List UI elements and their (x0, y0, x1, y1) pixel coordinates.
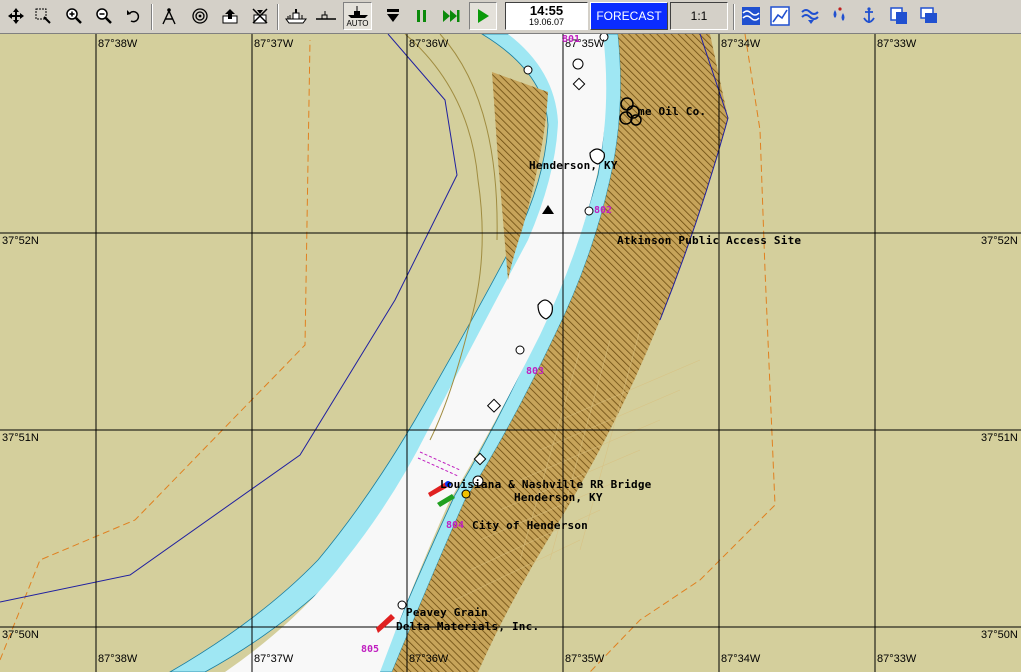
clock-time: 14:55 (529, 3, 564, 18)
label-delta-materials[interactable]: Delta Materials, Inc. (396, 620, 539, 633)
fast-forward-icon[interactable] (439, 3, 465, 29)
lon-label-bottom: 87°34W (721, 653, 761, 665)
river-mile-801: 801 (562, 34, 581, 45)
label-city-of-henderson[interactable]: City of Henderson (472, 519, 588, 532)
forecast-button[interactable]: FORECAST (590, 2, 668, 30)
label-peavey-grain[interactable]: Peavey Grain (406, 606, 488, 619)
lat-label-right: 37°52N (981, 235, 1018, 247)
current-icon[interactable] (797, 3, 823, 29)
label-bridge[interactable]: Louisiana & Nashville RR Bridge (440, 478, 652, 491)
route-tool-icon[interactable] (247, 3, 273, 29)
river-mile-803: 803 (526, 366, 545, 377)
lat-label-left: 37°52N (2, 235, 39, 247)
lat-label-left: 37°50N (2, 629, 39, 641)
target-icon[interactable] (187, 3, 213, 29)
compass-divider-icon[interactable] (156, 3, 182, 29)
chart-toolbar: AUTO 14:55 19.06.07 FORECAST 1:1 (0, 0, 1021, 34)
toolbar-separator (151, 4, 153, 30)
lon-label-top: 87°34W (721, 38, 761, 50)
label-bridge-city[interactable]: Henderson, KY (514, 491, 603, 504)
lon-label-top: 87°33W (877, 38, 917, 50)
play-icon[interactable] (469, 2, 497, 30)
clock-date: 19.06.07 (528, 17, 565, 27)
export-icon[interactable] (217, 3, 243, 29)
chart-canvas (0, 34, 1021, 672)
lon-label-top: 87°38W (98, 38, 138, 50)
zoom-select-icon[interactable] (30, 3, 56, 29)
ship-auto-icon[interactable]: AUTO (343, 2, 372, 30)
nautical-chart[interactable]: 87°38W 87°37W 87°36W 87°35W 87°34W 87°33… (0, 34, 1021, 672)
pause-icon[interactable] (409, 3, 435, 29)
lon-label-top: 87°36W (409, 38, 449, 50)
copy-icon[interactable] (886, 3, 912, 29)
label-oil-company[interactable]: me Oil Co. (638, 105, 706, 118)
zoom-in-icon[interactable] (61, 3, 87, 29)
toolbar-separator (277, 4, 279, 30)
anchor-icon[interactable] (856, 3, 882, 29)
windows-icon[interactable] (916, 3, 942, 29)
pan-arrows-icon[interactable] (3, 3, 29, 29)
sim-clock: 14:55 19.06.07 (505, 2, 588, 30)
lon-label-bottom: 87°37W (254, 653, 294, 665)
lon-label-bottom: 87°38W (98, 653, 138, 665)
label-henderson[interactable]: Henderson, KY (529, 159, 618, 172)
step-down-icon[interactable] (380, 3, 406, 29)
lon-label-bottom: 87°33W (877, 653, 917, 665)
auto-label: AUTO (346, 19, 369, 28)
toolbar-separator (733, 4, 735, 30)
lat-label-left: 37°51N (2, 432, 39, 444)
undo-icon[interactable] (121, 3, 147, 29)
ship-view-icon[interactable] (283, 3, 309, 29)
lat-label-right: 37°51N (981, 432, 1018, 444)
zoom-out-icon[interactable] (91, 3, 117, 29)
lon-label-bottom: 87°35W (565, 653, 605, 665)
river-mile-805: 805 (361, 644, 380, 655)
drops-icon[interactable] (826, 3, 852, 29)
lon-label-bottom: 87°36W (409, 653, 449, 665)
river-mile-802: 802 (594, 205, 613, 216)
lon-label-top: 87°37W (254, 38, 294, 50)
river-mile-804: 804 (446, 520, 465, 531)
lat-label-right: 37°50N (981, 629, 1018, 641)
scale-field[interactable]: 1:1 (670, 2, 728, 30)
label-atkinson[interactable]: Atkinson Public Access Site (617, 234, 801, 247)
tide-icon[interactable] (738, 3, 764, 29)
ship-side-icon[interactable] (313, 3, 339, 29)
graph-icon[interactable] (767, 3, 793, 29)
